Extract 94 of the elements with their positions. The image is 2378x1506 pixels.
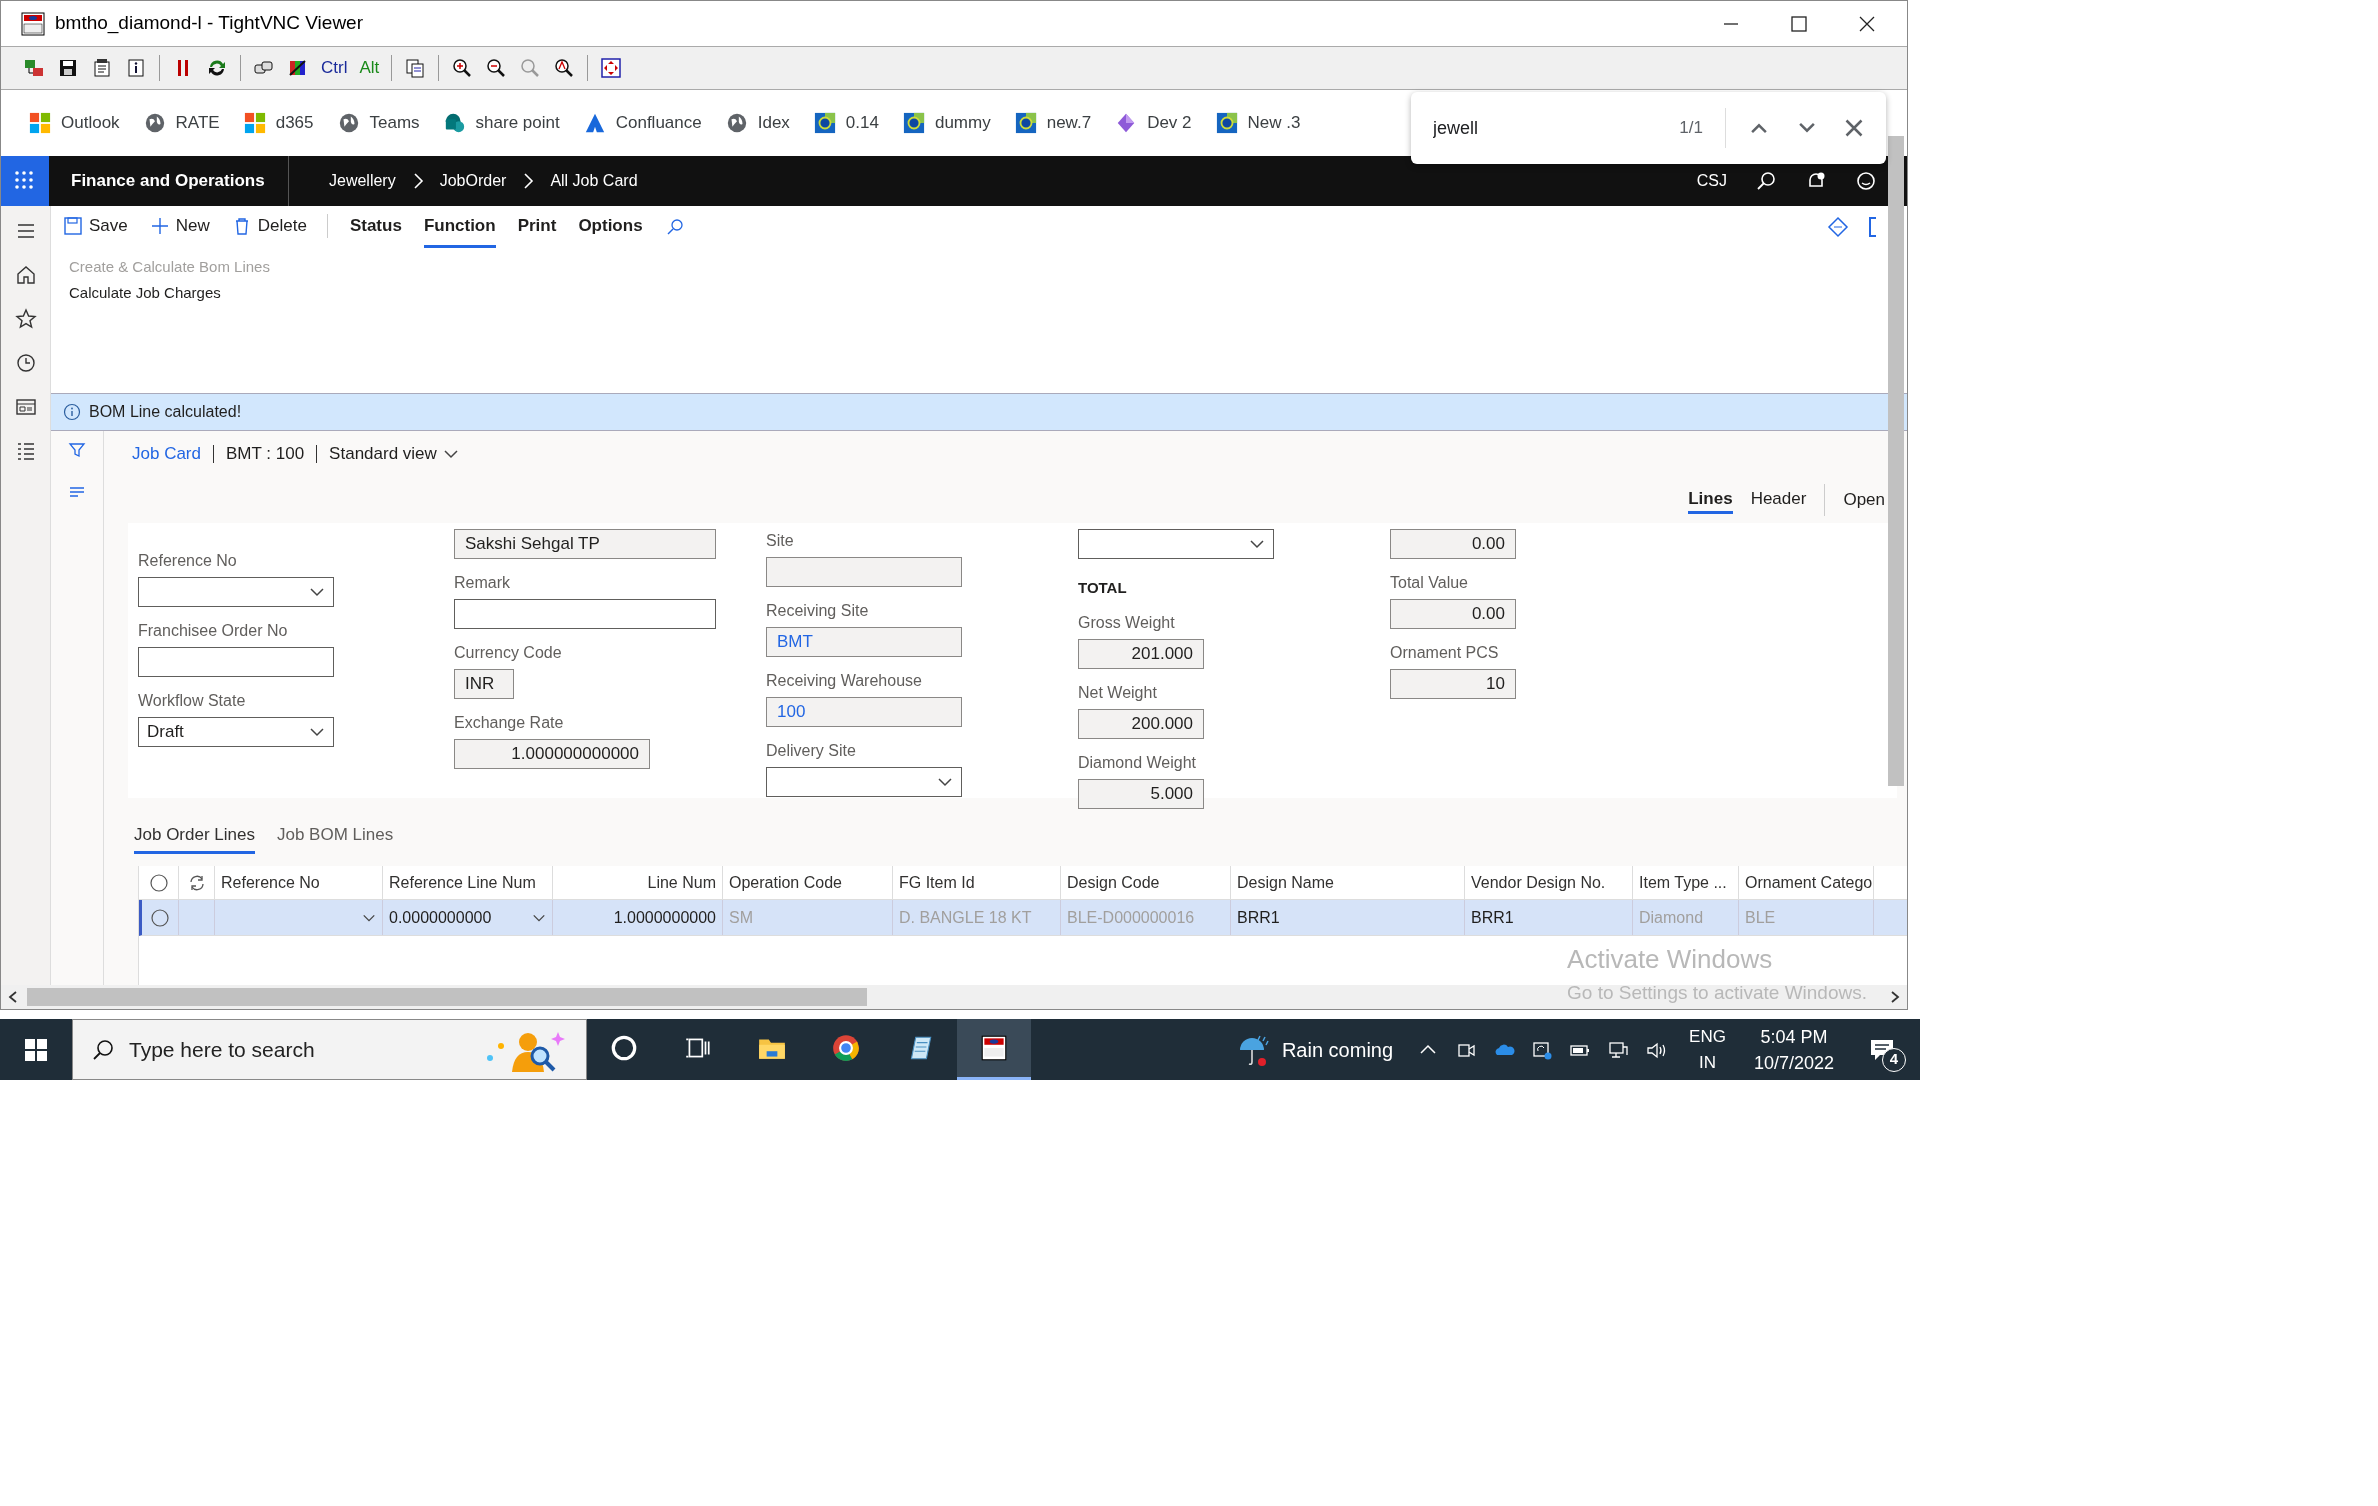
view-tab[interactable]: Lines bbox=[1688, 485, 1733, 515]
table-cell: D. BANGLE 18 KT bbox=[893, 900, 1061, 935]
bookmark-link[interactable]: d365 bbox=[243, 110, 314, 136]
action-button[interactable]: Function bbox=[423, 206, 496, 248]
column-header[interactable]: FG Item Id bbox=[893, 866, 1061, 899]
column-header[interactable]: Ornament Catego bbox=[1739, 866, 1874, 899]
bookmark-link[interactable]: Dev 2 bbox=[1115, 110, 1192, 136]
action-button[interactable]: Save bbox=[63, 206, 128, 248]
breadcrumb-link[interactable]: JobOrder bbox=[439, 169, 507, 193]
field-label: Gross Weight bbox=[1078, 613, 1176, 633]
bookmark-link[interactable]: RATE bbox=[143, 110, 220, 136]
notification-count: 4 bbox=[1882, 1047, 1906, 1072]
bookmark-link[interactable]: share point bbox=[443, 110, 560, 136]
lines-tab[interactable]: Job BOM Lines bbox=[276, 821, 394, 854]
column-header[interactable]: Reference No bbox=[215, 866, 383, 899]
action-button[interactable]: Status bbox=[349, 206, 402, 248]
bookmark-link[interactable]: Outlook bbox=[29, 110, 120, 136]
readonly-field: INR bbox=[454, 669, 514, 699]
bookmark-link[interactable]: Idex bbox=[725, 110, 790, 136]
readonly-field: 10 bbox=[1390, 669, 1516, 699]
match-count: 1/1 bbox=[1679, 117, 1703, 140]
clock[interactable]: 5:04 PM 10/7/2022 bbox=[1753, 1023, 1834, 1076]
field-label: Site bbox=[766, 531, 795, 551]
field-label: Franchisee Order No bbox=[138, 621, 289, 641]
field-label: Receiving Site bbox=[766, 601, 870, 621]
field-label: Receiving Warehouse bbox=[766, 671, 923, 691]
field-label: Delivery Site bbox=[766, 741, 857, 761]
company-picker[interactable]: CSJ bbox=[1696, 169, 1727, 193]
field-label: Currency Code bbox=[454, 643, 563, 663]
table-cell: BRR1 bbox=[1465, 900, 1633, 935]
column-header[interactable]: Vendor Design No. bbox=[1465, 866, 1633, 899]
language-indicator[interactable]: ENG IN bbox=[1689, 1023, 1726, 1076]
menu-item[interactable]: Calculate Job Charges bbox=[69, 281, 221, 304]
field-label: Net Weight bbox=[1078, 683, 1158, 703]
taskbar-search-bar[interactable]: Type here to search bbox=[72, 1019, 587, 1080]
table-cell: BLE bbox=[1739, 900, 1874, 935]
field-label: Total Value bbox=[1390, 573, 1469, 593]
readonly-field: 0.00 bbox=[1390, 599, 1516, 629]
readonly-field: 201.000 bbox=[1078, 639, 1204, 669]
field-label: Reference No bbox=[138, 551, 238, 571]
bookmark-link[interactable]: Confluance bbox=[583, 110, 702, 136]
readonly-field: 100 bbox=[766, 697, 962, 727]
field-label: Workflow State bbox=[138, 691, 247, 711]
column-header[interactable]: Design Name bbox=[1231, 866, 1465, 899]
bookmark-link[interactable]: 0.14 bbox=[813, 110, 879, 136]
key-button[interactable]: Alt bbox=[359, 55, 380, 81]
column-header[interactable]: Line Num bbox=[553, 866, 723, 899]
activation-message: Go to Settings to activate Windows. bbox=[1567, 981, 1867, 1005]
dropdown-cell[interactable]: 0.0000000000 bbox=[383, 900, 553, 935]
readonly-field: BMT bbox=[766, 627, 962, 657]
column-header[interactable]: Reference Line Num bbox=[383, 866, 553, 899]
action-button[interactable]: Delete bbox=[231, 206, 328, 248]
app-title[interactable]: Finance and Operations bbox=[49, 156, 289, 206]
table-cell: 1.0000000000 bbox=[553, 900, 723, 935]
readonly-field: Sakshi Sehgal TP bbox=[454, 529, 716, 559]
activation-title: Activate Windows bbox=[1567, 943, 1773, 976]
message-text: BOM Line calculated! bbox=[89, 402, 242, 422]
section-heading: TOTAL bbox=[1078, 578, 1128, 598]
table-cell: BLE-D000000016 bbox=[1061, 900, 1231, 935]
view-tab[interactable]: Header bbox=[1750, 485, 1807, 515]
table-cell: SM bbox=[723, 900, 893, 935]
field-label: Exchange Rate bbox=[454, 713, 565, 733]
view-selector[interactable]: Standard view bbox=[329, 441, 459, 467]
dropdown-field[interactable]: Draft bbox=[138, 717, 334, 747]
bookmark-link[interactable]: Teams bbox=[337, 110, 420, 136]
column-header[interactable]: Design Code bbox=[1061, 866, 1231, 899]
field-label: Remark bbox=[454, 573, 511, 593]
breadcrumb-link[interactable]: Jewellery bbox=[329, 169, 396, 193]
bookmark-link[interactable]: dummy bbox=[902, 110, 991, 136]
bookmark-link[interactable]: new.7 bbox=[1014, 110, 1092, 136]
breadcrumb-link[interactable]: All Job Card bbox=[550, 169, 638, 193]
action-button[interactable]: Print bbox=[517, 206, 557, 248]
find-field[interactable]: jewell bbox=[1433, 114, 1653, 142]
action-button[interactable]: New bbox=[149, 206, 210, 248]
column-header[interactable]: Operation Code bbox=[723, 866, 893, 899]
page-link[interactable]: Job Card bbox=[132, 441, 201, 467]
readonly-field: 200.000 bbox=[1078, 709, 1204, 739]
action-button[interactable]: Options bbox=[578, 206, 643, 248]
weather-widget[interactable]: Rain coming bbox=[1235, 1031, 1394, 1068]
search-field[interactable]: Type here to search bbox=[129, 1033, 429, 1066]
window-title: bmtho_diamond-l - TightVNC Viewer bbox=[55, 11, 363, 36]
column-header[interactable]: Item Type ... bbox=[1633, 866, 1739, 899]
readonly-field: 0.00 bbox=[1390, 529, 1516, 559]
lines-tab[interactable]: Job Order Lines bbox=[134, 821, 255, 854]
record-title: BMT : 100 bbox=[226, 443, 305, 466]
field-label: Ornament PCS bbox=[1390, 643, 1500, 663]
bookmark-link[interactable]: New .3 bbox=[1215, 110, 1301, 136]
table-cell: BRR1 bbox=[1231, 900, 1465, 935]
readonly-field: 1.000000000000 bbox=[454, 739, 650, 769]
field-label: Diamond Weight bbox=[1078, 753, 1197, 773]
table-cell: Diamond bbox=[1633, 900, 1739, 935]
readonly-field: 5.000 bbox=[1078, 779, 1204, 809]
key-button[interactable]: Ctrl bbox=[321, 55, 348, 81]
open-button[interactable]: Open bbox=[1843, 487, 1885, 513]
